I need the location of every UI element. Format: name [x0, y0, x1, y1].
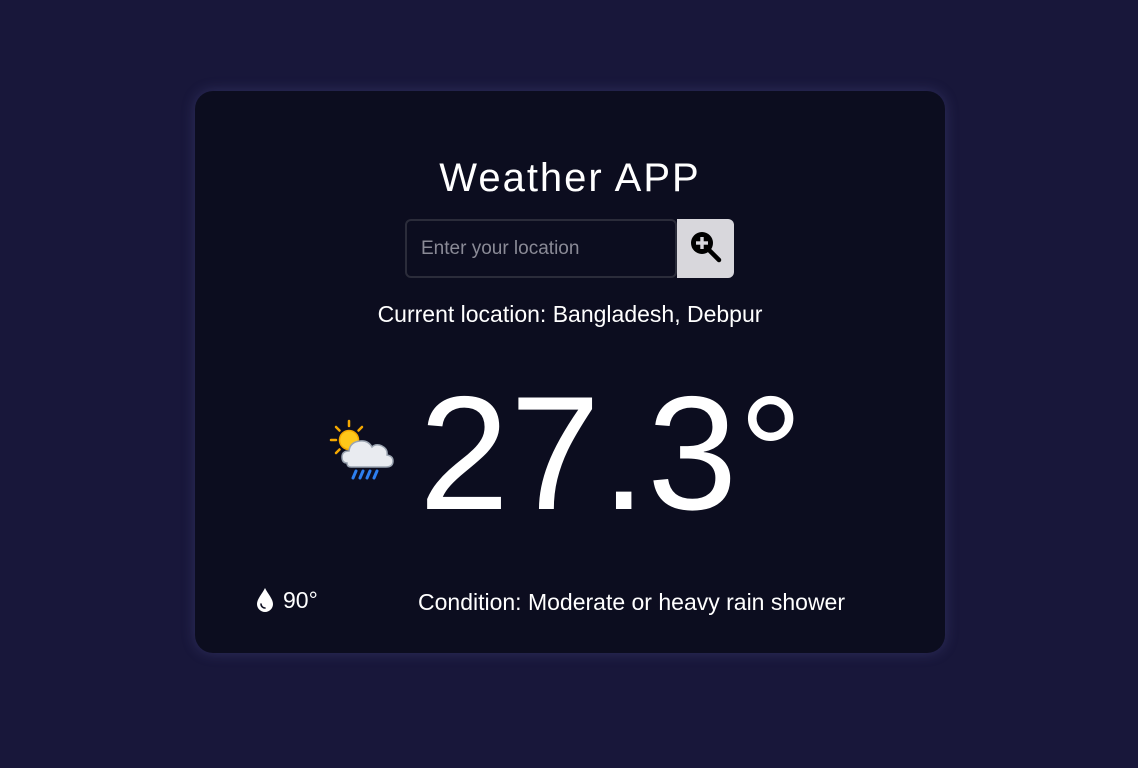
- app-title: Weather APP: [439, 156, 701, 200]
- search-button[interactable]: [677, 219, 734, 278]
- zoom-search-icon: [689, 230, 723, 267]
- weather-card: Weather APP Current location: Bangladesh…: [195, 91, 945, 653]
- location-search-input[interactable]: [405, 219, 677, 278]
- water-drop-icon: [255, 587, 275, 613]
- temperature-row: 27.3°: [325, 363, 805, 544]
- weather-condition: Condition: Moderate or heavy rain shower: [418, 589, 846, 615]
- temperature-value: 27.3°: [419, 363, 805, 544]
- humidity: 90°: [255, 585, 318, 615]
- search-bar: [405, 219, 734, 278]
- current-location: Current location: Bangladesh, Debpur: [377, 301, 763, 327]
- sun-cloud-rain-icon: [325, 415, 403, 493]
- humidity-value: 90°: [283, 587, 318, 613]
